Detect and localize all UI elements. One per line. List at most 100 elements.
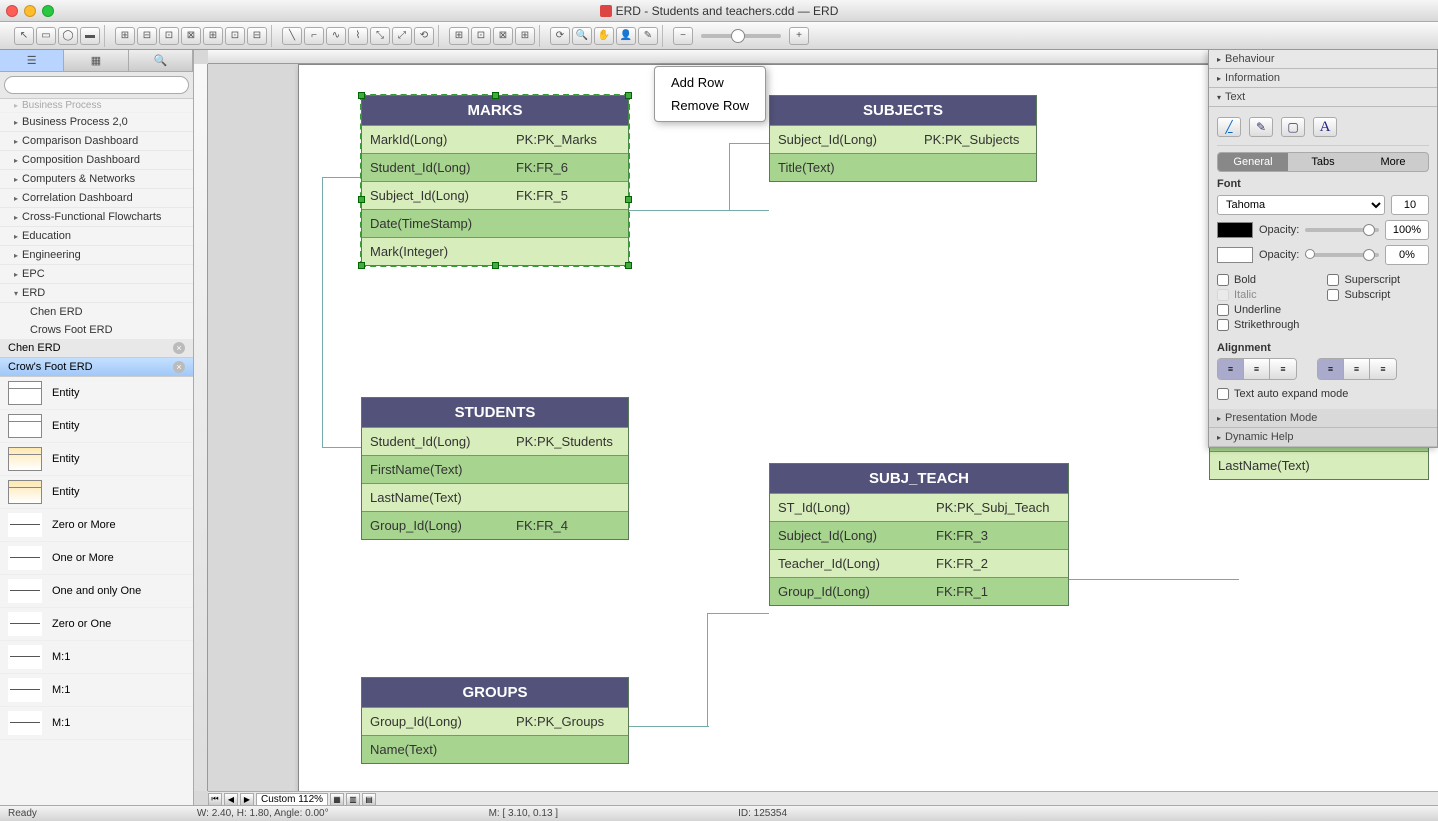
tree-item[interactable]: Correlation Dashboard [0,189,193,208]
entity-field[interactable]: Subject_Id(Long) [770,126,916,153]
tree-item-erd[interactable]: ERD [0,284,193,303]
group-tool-1[interactable]: ⊞ [449,27,469,45]
tree-item[interactable]: Computers & Networks [0,170,193,189]
stencil-zero-or-more[interactable]: Zero or More [0,509,193,542]
selection-handle[interactable] [358,92,365,99]
entity-field[interactable]: Teacher_Id(Long) [770,550,928,577]
font-size-input[interactable] [1391,195,1429,215]
refresh-tool[interactable]: ⟳ [550,27,570,45]
tree-item[interactable]: EPC [0,265,193,284]
library-tab-search[interactable]: 🔍 [129,50,193,71]
entity-field[interactable]: Subject_Id(Long) [770,522,928,549]
inspector-tab-general[interactable]: General [1218,153,1288,171]
stencil-entity[interactable]: Entity [0,410,193,443]
library-tree[interactable]: Business Process Business Process 2,0 Co… [0,99,193,805]
ruler-vertical[interactable] [194,64,208,791]
bg-opacity-value[interactable] [1385,245,1429,265]
connector-4[interactable]: ⌇ [348,27,368,45]
align-left-button[interactable]: ≡ [1218,359,1244,379]
align-middle-button[interactable]: ≡ [1344,359,1370,379]
stencil-m1[interactable]: M:1 [0,707,193,740]
selection-handle[interactable] [625,92,632,99]
connector[interactable] [629,210,769,211]
tree-sub-chen[interactable]: Chen ERD [0,303,193,321]
close-icon[interactable]: × [173,342,185,354]
inspector-section-behaviour[interactable]: Behaviour [1209,50,1437,69]
entity-field[interactable]: Group_Id(Long) [362,708,508,735]
connector[interactable] [729,143,769,144]
page-prev-button[interactable]: ◀ [224,793,238,806]
group-tool-4[interactable]: ⊞ [515,27,535,45]
connector[interactable] [729,143,730,211]
text-font-icon[interactable]: A [1313,117,1337,137]
connector[interactable] [1069,579,1239,580]
entity-marks[interactable]: MARKS MarkId(Long)PK:PK_Marks Student_Id… [361,95,629,266]
check-italic[interactable]: Italic [1217,289,1299,301]
check-strikethrough[interactable]: Strikethrough [1217,319,1299,331]
align-tool-5[interactable]: ⊞ [203,27,223,45]
align-tool-4[interactable]: ⊠ [181,27,201,45]
close-icon[interactable]: × [173,361,185,373]
entity-students[interactable]: STUDENTS Student_Id(Long)PK:PK_Students … [361,397,629,540]
hand-tool[interactable]: ✋ [594,27,614,45]
inspector-tab-more[interactable]: More [1358,153,1428,171]
stencil-entity[interactable]: Entity [0,377,193,410]
align-tool-7[interactable]: ⊟ [247,27,267,45]
zoom-tool[interactable]: 🔍 [572,27,592,45]
tree-item[interactable]: Cross-Functional Flowcharts [0,208,193,227]
entity-field[interactable]: Group_Id(Long) [362,512,508,539]
library-tab-grid[interactable]: ▦ [64,50,128,71]
entity-field[interactable]: Subject_Id(Long) [362,182,508,209]
entity-field[interactable]: Name(Text) [362,736,508,763]
text-box-icon[interactable]: ▢ [1281,117,1305,137]
entity-field[interactable]: ST_Id(Long) [770,494,928,521]
zoom-out-button[interactable]: − [673,27,693,45]
connector-2[interactable]: ⌐ [304,27,324,45]
inspector-section-information[interactable]: Information [1209,69,1437,88]
tree-item[interactable]: Education [0,227,193,246]
stencil-entity[interactable]: Entity [0,476,193,509]
tree-item[interactable]: Business Process 2,0 [0,113,193,132]
text-tool[interactable]: ▬ [80,27,100,45]
selection-handle[interactable] [492,262,499,269]
tree-item[interactable]: Composition Dashboard [0,151,193,170]
text-color-swatch[interactable] [1217,222,1253,238]
inspector-section-help[interactable]: Dynamic Help [1209,428,1437,447]
align-tool-6[interactable]: ⊡ [225,27,245,45]
entity-field[interactable]: MarkId(Long) [362,126,508,153]
zoom-slider[interactable] [701,34,781,38]
grid-btn-2[interactable]: ▥ [346,793,360,806]
group-tool-2[interactable]: ⊡ [471,27,491,45]
entity-subj-teach[interactable]: SUBJ_TEACH ST_Id(Long)PK:PK_Subj_Teach S… [769,463,1069,606]
stencil-m1[interactable]: M:1 [0,641,193,674]
check-auto-expand[interactable]: Text auto expand mode [1217,388,1429,400]
zoom-display[interactable]: Custom 112% [256,793,328,806]
check-underline[interactable]: Underline [1217,304,1299,316]
tree-item[interactable]: Comparison Dashboard [0,132,193,151]
connector-5[interactable]: ⤡ [370,27,390,45]
check-subscript[interactable]: Subscript [1327,289,1400,301]
inspector-tab-tabs[interactable]: Tabs [1288,153,1358,171]
inspector-section-presentation[interactable]: Presentation Mode [1209,409,1437,428]
stencil-one-and-only-one[interactable]: One and only One [0,575,193,608]
entity-subjects[interactable]: SUBJECTS Subject_Id(Long)PK:PK_Subjects … [769,95,1037,182]
stencil-entity[interactable]: Entity [0,443,193,476]
tree-item-partial[interactable]: Business Process [0,99,193,113]
text-opacity-slider[interactable] [1305,228,1379,232]
entity-field[interactable]: LastName(Text) [362,484,508,511]
text-highlight-icon[interactable]: ✎ [1249,117,1273,137]
entity-field[interactable]: Student_Id(Long) [362,154,508,181]
connector-1[interactable]: ╲ [282,27,302,45]
grid-btn-3[interactable]: ▤ [362,793,376,806]
entity-field[interactable]: Group_Id(Long) [770,578,928,605]
font-family-select[interactable]: Tahoma [1217,195,1385,215]
stencil-m1[interactable]: M:1 [0,674,193,707]
tree-item[interactable]: Engineering [0,246,193,265]
text-underline-icon[interactable]: ╱ [1217,117,1241,137]
ellipse-tool[interactable]: ◯ [58,27,78,45]
group-tool-3[interactable]: ⊠ [493,27,513,45]
ctx-add-row[interactable]: Add Row [655,71,765,94]
grid-btn-1[interactable]: ▦ [330,793,344,806]
page-next-button[interactable]: ▶ [240,793,254,806]
tree-sub-crowsfoot[interactable]: Crows Foot ERD [0,321,193,339]
